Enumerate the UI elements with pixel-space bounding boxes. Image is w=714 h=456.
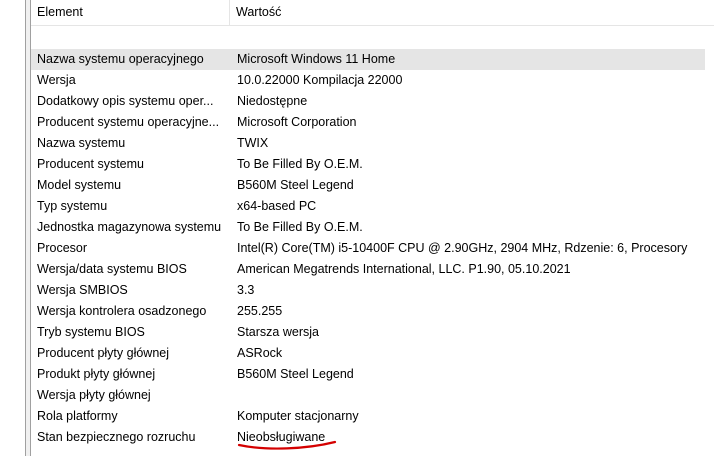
table-row[interactable]: Wersja kontrolera osadzonego 255.255: [31, 301, 714, 322]
table-row[interactable]: Procesor Intel(R) Core(TM) i5-10400F CPU…: [31, 238, 714, 259]
row-element: Rola platformy: [37, 409, 118, 423]
table-row[interactable]: Stan bezpiecznego rozruchu Nieobsługiwan…: [31, 427, 714, 448]
row-value: B560M Steel Legend: [237, 178, 354, 192]
table-row[interactable]: Nazwa systemu operacyjnego Microsoft Win…: [31, 49, 705, 70]
row-value: Niedostępne: [237, 94, 308, 108]
table-row[interactable]: Producent płyty głównej ASRock: [31, 343, 714, 364]
row-value: To Be Filled By O.E.M.: [237, 220, 363, 234]
column-header-value[interactable]: Wartość: [230, 0, 714, 25]
row-value: TWIX: [237, 136, 269, 150]
row-element: Tryb systemu BIOS: [37, 325, 145, 339]
system-information-window: Element Wartość Nazwa systemu operacyjne…: [0, 0, 714, 456]
row-value: To Be Filled By O.E.M.: [237, 157, 363, 171]
row-value: 10.0.22000 Kompilacja 22000: [237, 73, 403, 87]
row-element: Producent płyty głównej: [37, 346, 170, 360]
table-row[interactable]: Jednostka magazynowa systemu To Be Fille…: [31, 217, 714, 238]
table-row[interactable]: Rola platformy Komputer stacjonarny: [31, 406, 714, 427]
row-value: ASRock: [237, 346, 283, 360]
row-element: Producent systemu: [37, 157, 144, 171]
table-row[interactable]: Produkt płyty głównej B560M Steel Legend: [31, 364, 714, 385]
row-value: Starsza wersja: [237, 325, 319, 339]
row-value: American Megatrends International, LLC. …: [237, 262, 571, 276]
row-element: Typ systemu: [37, 199, 108, 213]
row-value: Komputer stacjonarny: [237, 409, 359, 423]
row-element: Produkt płyty głównej: [37, 367, 156, 381]
table-row[interactable]: Producent systemu operacyjne... Microsof…: [31, 112, 714, 133]
table-row[interactable]: Dodatkowy opis systemu oper... Niedostęp…: [31, 91, 714, 112]
list-rows: Nazwa systemu operacyjnego Microsoft Win…: [31, 49, 714, 448]
row-element: Wersja SMBIOS: [37, 283, 128, 297]
row-element: Producent systemu operacyjne...: [37, 115, 220, 129]
row-element: Wersja kontrolera osadzonego: [37, 304, 207, 318]
row-value: 3.3: [237, 283, 255, 297]
row-value: Intel(R) Core(TM) i5-10400F CPU @ 2.90GH…: [237, 241, 688, 255]
table-row[interactable]: Typ systemu x64-based PC: [31, 196, 714, 217]
row-element: Model systemu: [37, 178, 122, 192]
list-header: Element Wartość: [31, 0, 714, 26]
system-summary-list[interactable]: Element Wartość Nazwa systemu operacyjne…: [31, 0, 714, 456]
table-row[interactable]: Wersja/data systemu BIOS American Megatr…: [31, 259, 714, 280]
row-value: [237, 385, 707, 406]
row-element: Wersja: [37, 73, 76, 87]
table-row[interactable]: Model systemu B560M Steel Legend: [31, 175, 714, 196]
table-row[interactable]: Producent systemu To Be Filled By O.E.M.: [31, 154, 714, 175]
table-row[interactable]: Tryb systemu BIOS Starsza wersja: [31, 322, 714, 343]
row-element: Nazwa systemu: [37, 136, 126, 150]
table-row[interactable]: Wersja płyty głównej: [31, 385, 714, 406]
row-element: Wersja/data systemu BIOS: [37, 262, 187, 276]
column-header-element[interactable]: Element: [31, 0, 230, 25]
row-value: Nieobsługiwane: [237, 430, 326, 444]
table-row[interactable]: Wersja 10.0.22000 Kompilacja 22000: [31, 70, 714, 91]
row-element: Procesor: [37, 241, 88, 255]
row-value: B560M Steel Legend: [237, 367, 354, 381]
category-tree-pane[interactable]: [0, 0, 26, 456]
row-element: Stan bezpiecznego rozruchu: [37, 430, 196, 444]
row-value: x64-based PC: [237, 199, 317, 213]
row-value: Microsoft Windows 11 Home: [237, 52, 396, 66]
row-element: Wersja płyty głównej: [37, 388, 151, 402]
row-element: Dodatkowy opis systemu oper...: [37, 94, 214, 108]
row-element: Jednostka magazynowa systemu: [37, 220, 222, 234]
row-value: Microsoft Corporation: [237, 115, 357, 129]
table-row[interactable]: Wersja SMBIOS 3.3: [31, 280, 714, 301]
row-value: 255.255: [237, 304, 283, 318]
row-element: Nazwa systemu operacyjnego: [37, 52, 204, 66]
table-row[interactable]: Nazwa systemu TWIX: [31, 133, 714, 154]
